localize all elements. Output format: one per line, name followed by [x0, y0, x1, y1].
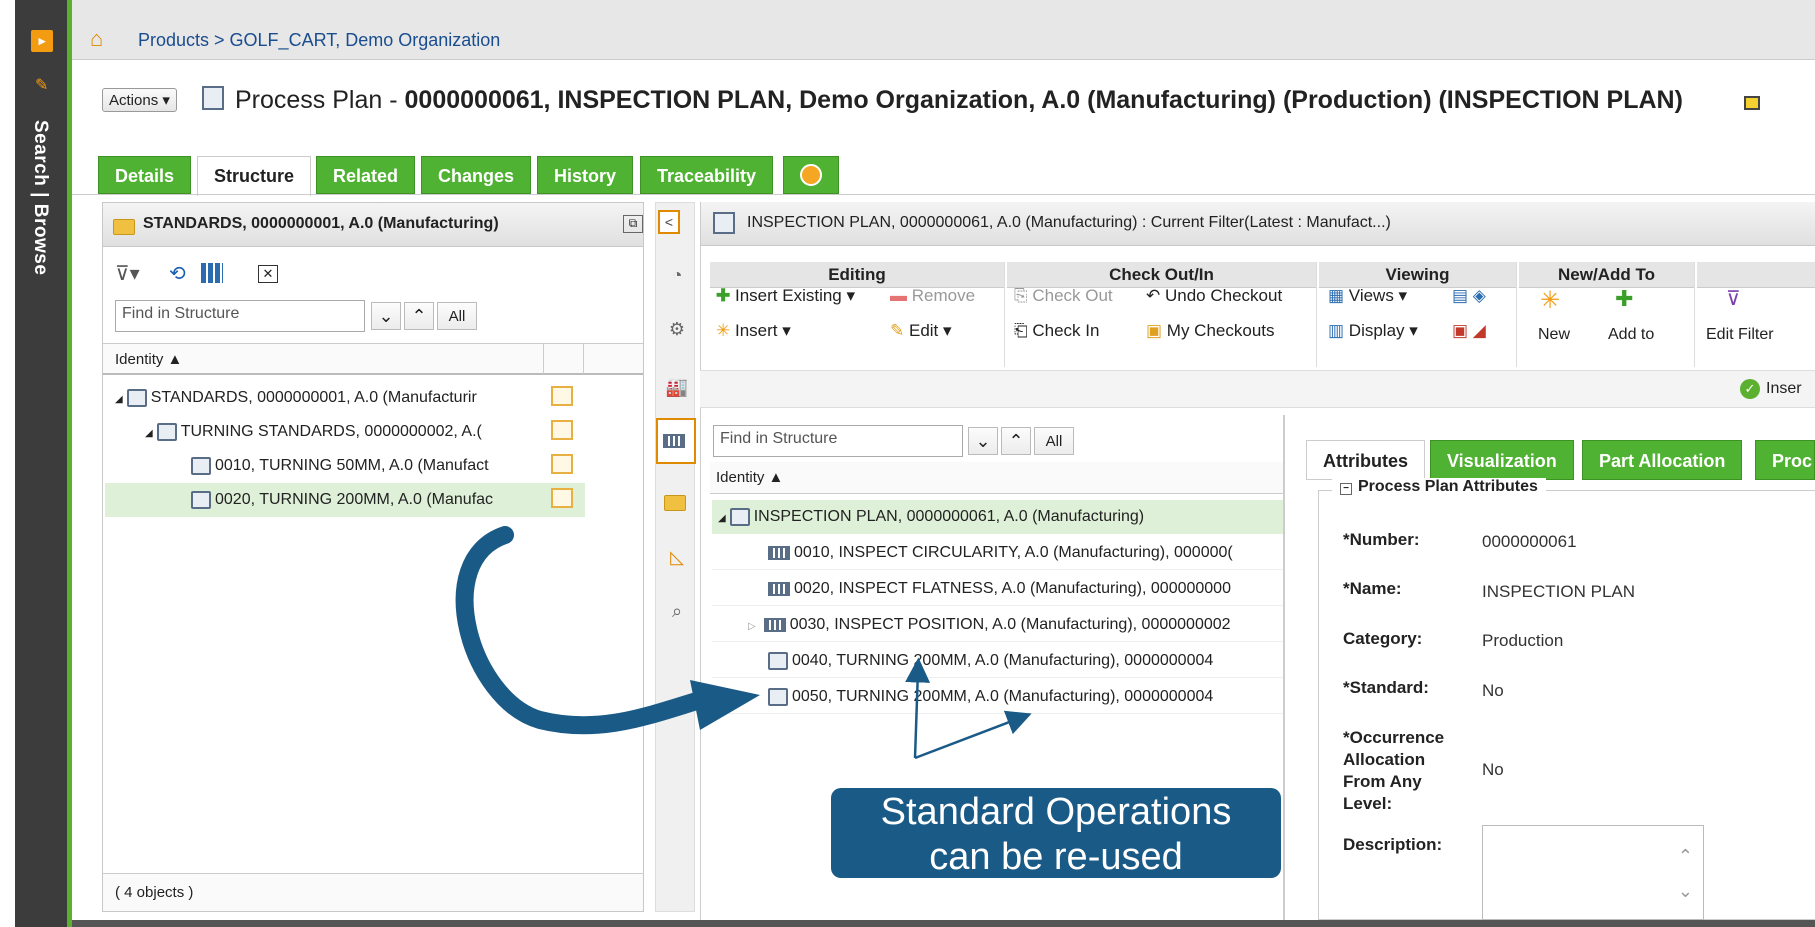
- callout-line-2: can be re-used: [929, 836, 1183, 878]
- curved-arrow-head: [690, 680, 760, 730]
- pointer-line: [914, 710, 1032, 760]
- callout-box: Standard Operations can be re-used: [831, 788, 1281, 878]
- bottom-edge: [72, 920, 1815, 927]
- curved-arrow: [455, 526, 709, 735]
- callout-line-1: Standard Operations: [880, 791, 1232, 833]
- pointer-line: [905, 657, 931, 759]
